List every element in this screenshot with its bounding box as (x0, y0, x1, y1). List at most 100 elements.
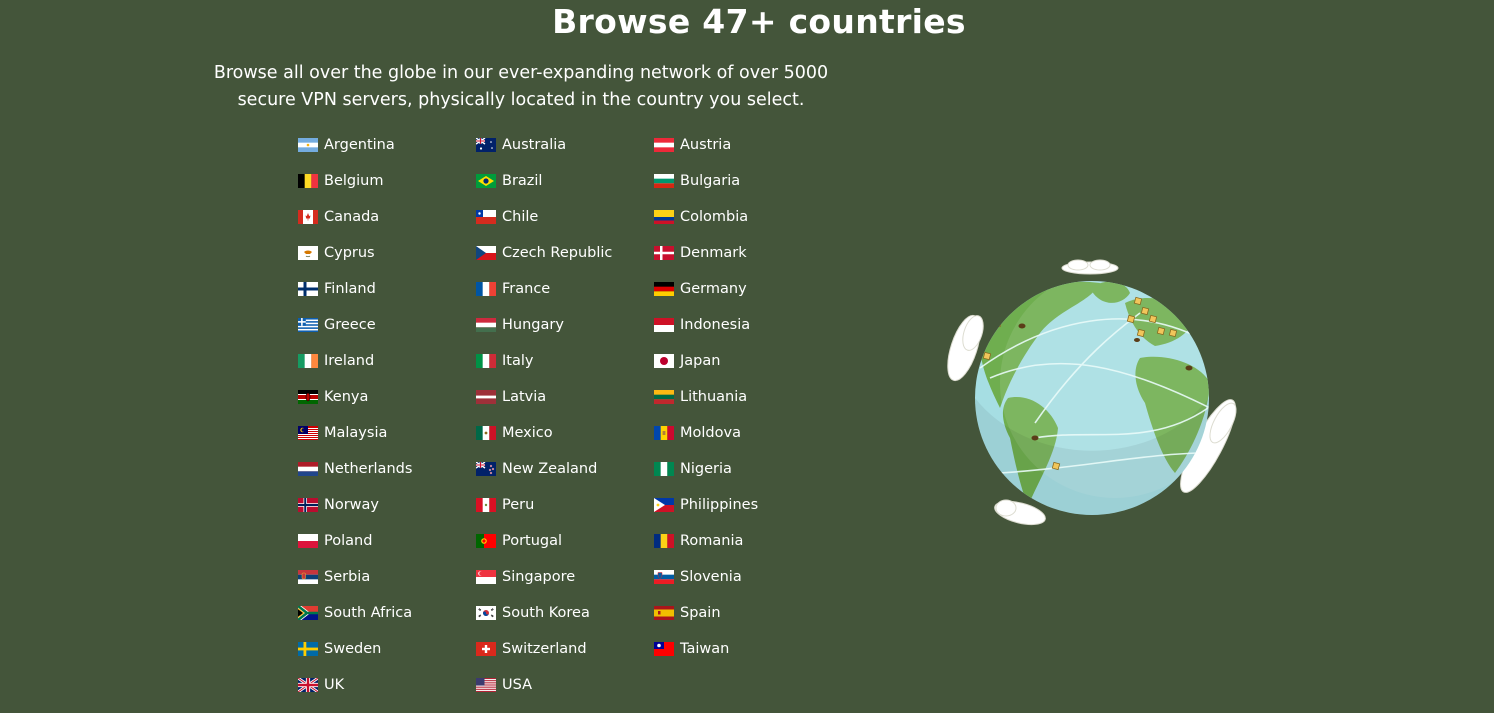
denmark-flag-icon (654, 246, 674, 260)
slovenia-flag-icon (654, 570, 674, 584)
country-item: Moldova (654, 421, 824, 445)
new-zealand-flag-icon (476, 462, 496, 476)
country-item: Germany (654, 277, 824, 301)
country-item: Slovenia (654, 565, 824, 589)
indonesia-flag-icon (654, 318, 674, 332)
country-item: Norway (298, 493, 468, 517)
hungary-flag-icon (476, 318, 496, 332)
country-name: USA (502, 677, 533, 693)
country-item: Netherlands (298, 457, 468, 481)
country-item: Mexico (476, 421, 646, 445)
chile-flag-icon (476, 210, 496, 224)
country-name: Japan (680, 353, 721, 369)
country-name: Colombia (680, 209, 749, 225)
country-name: Norway (324, 497, 380, 513)
peru-flag-icon (476, 498, 496, 512)
subtitle-line-1: Browse all over the globe in our ever-ex… (213, 63, 829, 83)
norway-flag-icon (298, 498, 318, 512)
country-name: Hungary (502, 317, 564, 333)
country-item: UK (298, 673, 468, 697)
singapore-flag-icon (476, 570, 496, 584)
country-item: New Zealand (476, 457, 646, 481)
country-name: Ireland (324, 353, 375, 369)
austria-flag-icon (654, 138, 674, 152)
country-item: Indonesia (654, 313, 824, 337)
bulgaria-flag-icon (654, 174, 674, 188)
country-item: Nigeria (654, 457, 824, 481)
country-name: Australia (502, 137, 567, 153)
country-name: Mexico (502, 425, 553, 441)
country-item: Latvia (476, 385, 646, 409)
sweden-flag-icon (298, 642, 318, 656)
country-name: South Korea (502, 605, 590, 621)
country-item: Lithuania (654, 385, 824, 409)
globe-illustration (947, 259, 1237, 526)
malaysia-flag-icon (298, 426, 318, 440)
country-item: South Africa (298, 601, 468, 625)
country-name: Kenya (324, 389, 369, 405)
country-name: Cyprus (324, 245, 375, 261)
country-name: Canada (324, 209, 380, 225)
country-name: Greece (324, 317, 376, 333)
serbia-flag-icon (298, 570, 318, 584)
country-name: Sweden (324, 641, 382, 657)
cyprus-flag-icon (298, 246, 318, 260)
country-item: Argentina (298, 133, 468, 157)
country-name: Germany (680, 281, 747, 297)
country-item: Japan (654, 349, 824, 373)
country-name: Czech Republic (502, 245, 613, 261)
country-item: Singapore (476, 565, 646, 589)
country-item: Serbia (298, 565, 468, 589)
country-name: Switzerland (502, 641, 587, 657)
country-item: Denmark (654, 241, 824, 265)
kenya-flag-icon (298, 390, 318, 404)
japan-flag-icon (654, 354, 674, 368)
country-item: Bulgaria (654, 169, 824, 193)
country-item: Cyprus (298, 241, 468, 265)
country-name: UK (324, 677, 345, 693)
country-name: South Africa (324, 605, 413, 621)
country-item: Philippines (654, 493, 824, 517)
philippines-flag-icon (654, 498, 674, 512)
country-item: Switzerland (476, 637, 646, 661)
latvia-flag-icon (476, 390, 496, 404)
country-name: Spain (680, 605, 721, 621)
country-name: Brazil (502, 173, 543, 189)
usa-flag-icon (476, 678, 496, 692)
country-name: Philippines (680, 497, 759, 513)
country-name: Serbia (324, 569, 371, 585)
country-name: Moldova (680, 425, 741, 441)
country-name: Lithuania (680, 389, 748, 405)
australia-flag-icon (476, 138, 496, 152)
switzerland-flag-icon (476, 642, 496, 656)
country-item: Poland (298, 529, 468, 553)
country-name: Argentina (324, 137, 395, 153)
country-name: Malaysia (324, 425, 388, 441)
country-item: Peru (476, 493, 646, 517)
portugal-flag-icon (476, 534, 496, 548)
country-name: Slovenia (680, 569, 742, 585)
south-africa-flag-icon (298, 606, 318, 620)
country-name: Poland (324, 533, 373, 549)
south-korea-flag-icon (476, 606, 496, 620)
argentina-flag-icon (298, 138, 318, 152)
france-flag-icon (476, 282, 496, 296)
germany-flag-icon (654, 282, 674, 296)
cloud-top (1061, 259, 1119, 275)
country-item: Czech Republic (476, 241, 646, 265)
country-item: Chile (476, 205, 646, 229)
country-item: Greece (298, 313, 468, 337)
lithuania-flag-icon (654, 390, 674, 404)
colombia-flag-icon (654, 210, 674, 224)
spain-flag-icon (654, 606, 674, 620)
ireland-flag-icon (298, 354, 318, 368)
brazil-flag-icon (476, 174, 496, 188)
country-name: Portugal (502, 533, 563, 549)
country-item: Portugal (476, 529, 646, 553)
poland-flag-icon (298, 534, 318, 548)
country-name: Denmark (680, 245, 747, 261)
finland-flag-icon (298, 282, 318, 296)
country-name: Finland (324, 281, 376, 297)
country-item: Spain (654, 601, 824, 625)
country-item: Brazil (476, 169, 646, 193)
